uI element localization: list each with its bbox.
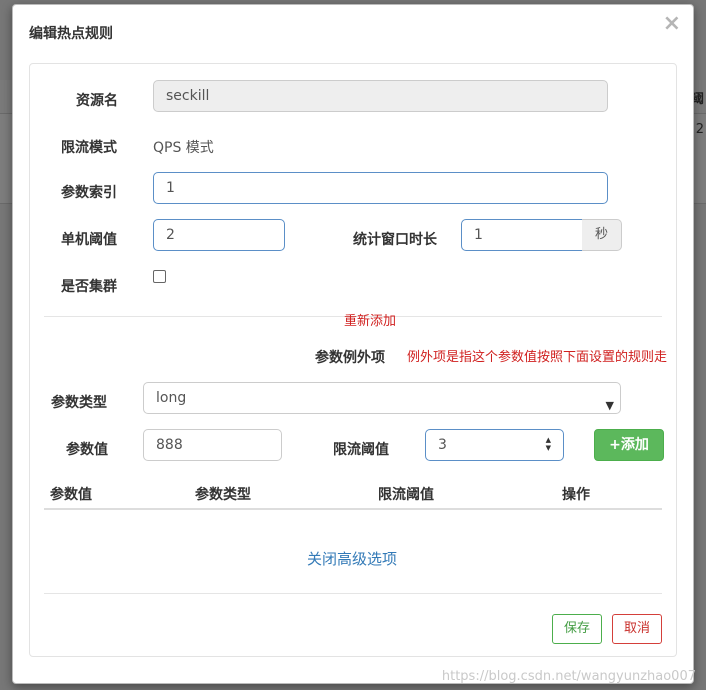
backdrop-text-fragment: 2 — [695, 122, 704, 137]
spinner-arrows-icon[interactable]: ▲ ▼ — [546, 436, 551, 452]
param-exception-label: 参数例外项 — [315, 350, 385, 366]
cluster-checkbox[interactable] — [153, 270, 166, 283]
limit-threshold-label: 限流阈值 — [333, 442, 389, 458]
rule-form-panel: 资源名 seckill 限流模式 QPS 模式 参数索引 1 单机阈值 2 统计… — [29, 63, 677, 657]
cancel-button[interactable]: 取消 — [612, 614, 662, 644]
dialog-title: 编辑热点规则 — [29, 26, 113, 42]
add-exception-button[interactable]: +添加 — [594, 429, 664, 461]
resource-name-label: 资源名 — [76, 93, 118, 109]
param-exception-hint: 例外项是指这个参数值按照下面设置的规则走 — [407, 350, 668, 365]
save-button[interactable]: 保存 — [552, 614, 602, 644]
limit-threshold-stepper[interactable]: 3 ▲ ▼ — [425, 429, 564, 461]
param-index-label: 参数索引 — [61, 185, 117, 201]
seconds-unit-addon: 秒 — [582, 219, 622, 251]
limit-mode-value: QPS 模式 — [153, 140, 214, 156]
table-header-param-type: 参数类型 — [195, 487, 251, 503]
close-icon[interactable]: × — [663, 11, 681, 36]
divider — [44, 593, 662, 594]
threshold-input[interactable]: 2 — [153, 219, 285, 251]
cluster-label: 是否集群 — [61, 279, 117, 295]
plus-icon: + — [609, 437, 621, 453]
table-header-param-value: 参数值 — [50, 487, 92, 503]
watermark: https://blog.csdn.net/wangyunzhao007 — [441, 669, 696, 684]
dialog-header: 编辑热点规则 × — [13, 5, 693, 57]
table-header-actions: 操作 — [562, 487, 590, 503]
param-type-label: 参数类型 — [51, 395, 107, 411]
threshold-label: 单机阈值 — [61, 232, 117, 248]
param-value-label: 参数值 — [66, 442, 108, 458]
add-button-label: 添加 — [620, 437, 649, 453]
table-header-border — [44, 508, 662, 510]
toggle-advanced-options-link[interactable]: 关闭高级选项 — [307, 548, 397, 569]
readd-link[interactable]: 重新添加 — [344, 310, 396, 329]
limit-threshold-value: 3 — [438, 437, 447, 453]
chevron-down-icon: ▼ — [605, 399, 614, 412]
limit-mode-label: 限流模式 — [61, 140, 117, 156]
param-index-input[interactable]: 1 — [153, 172, 608, 204]
param-type-select[interactable]: long ▼ — [143, 382, 621, 414]
table-header-limit-threshold: 限流阈值 — [378, 487, 434, 503]
resource-name-input: seckill — [153, 80, 608, 112]
edit-hotspot-rule-dialog: 编辑热点规则 × 资源名 seckill 限流模式 QPS 模式 参数索引 1 … — [12, 4, 694, 684]
window-duration-label: 统计窗口时长 — [353, 232, 437, 248]
window-duration-input[interactable]: 1 — [461, 219, 583, 251]
param-type-selected-value: long — [156, 390, 187, 406]
param-value-input[interactable]: 888 — [143, 429, 282, 461]
